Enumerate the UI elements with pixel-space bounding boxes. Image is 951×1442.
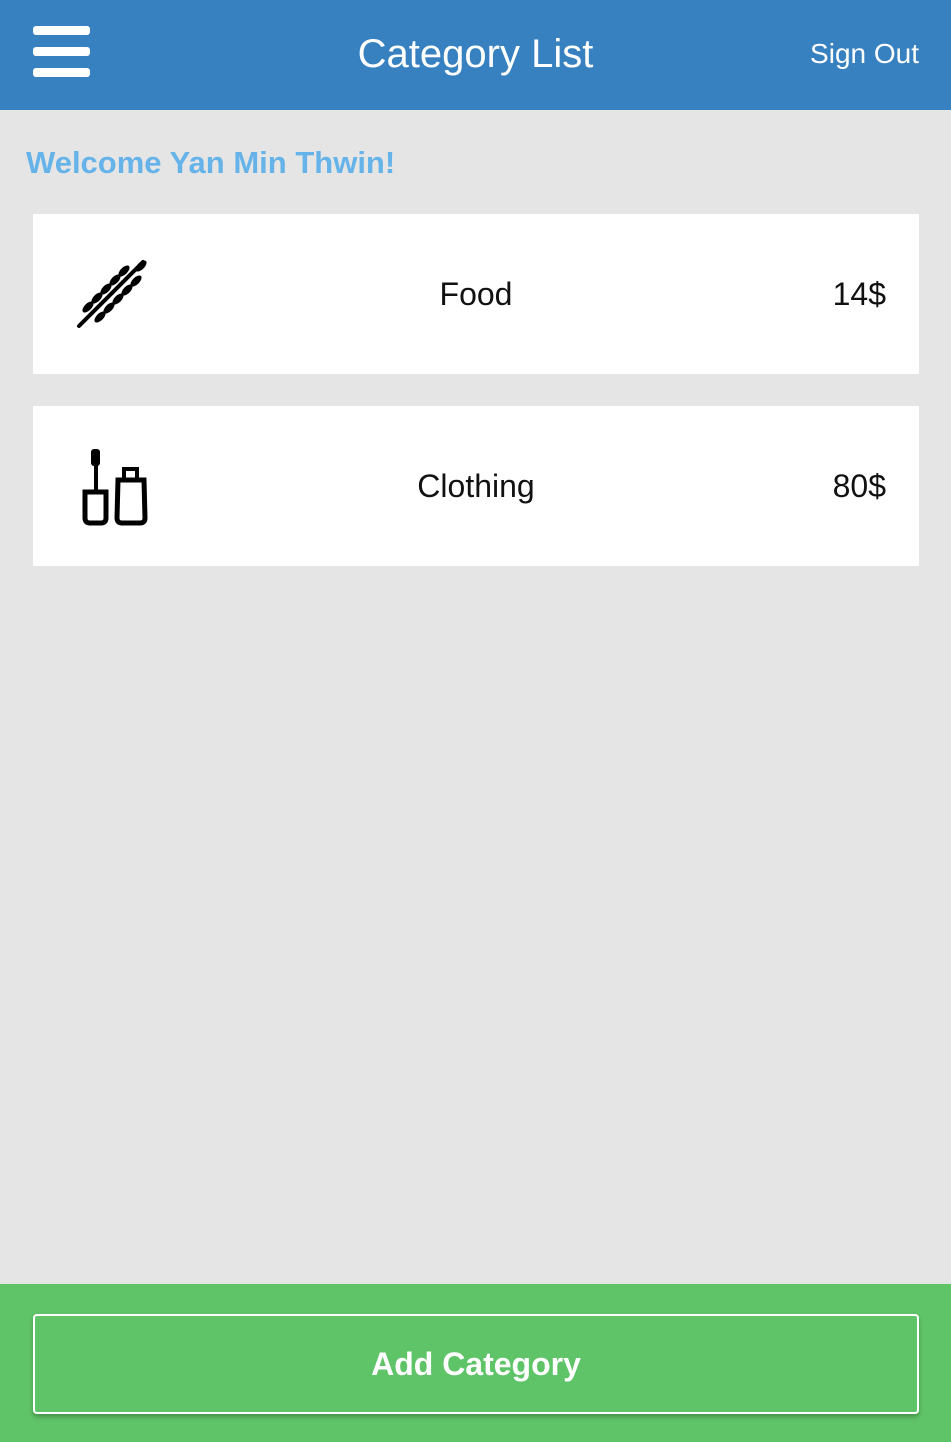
- hamburger-menu-icon-bar: [33, 68, 90, 77]
- sign-out-button[interactable]: Sign Out: [810, 0, 919, 110]
- category-item-food[interactable]: Food 14$: [33, 214, 919, 374]
- cosmetics-icon: [82, 449, 148, 526]
- hamburger-menu-icon: [33, 26, 90, 35]
- page-title: Category List: [357, 32, 594, 76]
- welcome-message: Welcome Yan Min Thwin!: [26, 145, 396, 180]
- menu-button[interactable]: [33, 26, 90, 78]
- category-name: Food: [439, 276, 513, 312]
- category-amount: 80$: [832, 468, 886, 504]
- add-category-button[interactable]: Add Category: [33, 1314, 919, 1414]
- wheat-icon: [77, 260, 147, 328]
- footer-bar: Add Category: [0, 1284, 951, 1442]
- hamburger-menu-icon-bar: [33, 47, 90, 56]
- app-header: Category List Sign Out: [0, 0, 951, 110]
- category-item-clothing[interactable]: Clothing 80$: [33, 406, 919, 566]
- category-name: Clothing: [417, 468, 535, 504]
- category-amount: 14$: [832, 276, 886, 312]
